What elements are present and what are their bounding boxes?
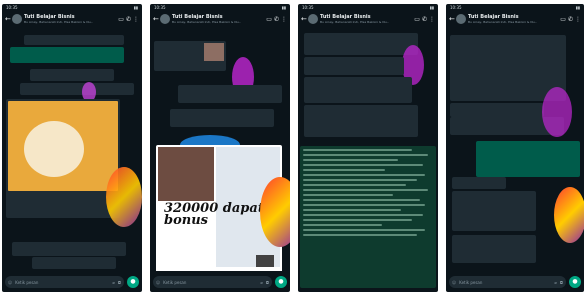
more-vert-icon[interactable]: ⋮ — [281, 16, 287, 23]
message-bubble[interactable] — [452, 191, 536, 231]
status-bar: 10:35 ▮▮ — [298, 4, 438, 11]
message-list[interactable] — [446, 27, 584, 271]
attach-icon[interactable]: ⌀ — [112, 280, 114, 285]
wallpaper-splash — [542, 87, 572, 137]
back-arrow-icon[interactable]: ← — [153, 15, 159, 23]
status-bar: 10:35 ▮▮ — [2, 4, 142, 11]
message-bubble[interactable] — [304, 77, 412, 103]
message-bubble[interactable] — [452, 177, 506, 189]
signal-icon: ▮▮ — [429, 5, 434, 10]
chat-header[interactable]: ← Tuti Belajar Bisnis Bu Ainay, Bahenarat… — [150, 11, 290, 27]
status-time: 10:35 — [450, 5, 462, 10]
mic-icon[interactable]: ● — [275, 276, 287, 288]
group-avatar[interactable] — [308, 14, 318, 24]
video-call-icon[interactable]: ▭ — [118, 16, 124, 23]
signal-icon: ▮▮ — [133, 5, 138, 10]
message-bubble[interactable] — [170, 109, 274, 127]
status-time: 10:35 — [154, 5, 166, 10]
message-bubble[interactable] — [178, 85, 282, 103]
signal-icon: ▮▮ — [575, 5, 580, 10]
message-bubble[interactable] — [30, 69, 114, 81]
message-bubble[interactable] — [450, 103, 544, 117]
emoji-icon[interactable]: ☺ — [452, 280, 456, 285]
message-composer[interactable]: ☺ Ketik pesan ⌀ ◘ — [153, 276, 272, 288]
message-bubble[interactable] — [12, 242, 126, 256]
message-bubble[interactable] — [304, 57, 404, 75]
mic-icon[interactable]: ● — [569, 276, 581, 288]
group-avatar[interactable] — [456, 14, 466, 24]
message-list[interactable] — [2, 27, 142, 271]
chat-screen-1: 10:35 ▮▮ ← Tuti Belajar Bisnis Bu Ainay, B… — [2, 4, 142, 292]
group-members: Bu Ainay, Bahenarati Indi, Elsa Bakoini … — [172, 20, 242, 24]
back-arrow-icon[interactable]: ← — [449, 15, 455, 23]
chat-screen-4: 10:35 ▮▮ ← Tuti Belajar Bisnis Bu Ainay, B… — [446, 4, 584, 292]
signal-icon: ▮▮ — [281, 5, 286, 10]
emoji-icon[interactable]: ☺ — [8, 280, 12, 285]
message-composer[interactable]: ☺ Ketik pesan ⌀ ◘ — [5, 276, 124, 288]
food-item — [24, 121, 84, 177]
group-members: Bu Ainay, Bahenarati Indi, Elsa Bakoini … — [468, 20, 538, 24]
more-vert-icon[interactable]: ⋮ — [133, 16, 139, 23]
attach-icon[interactable]: ⌀ — [260, 280, 262, 285]
status-bar: 10:35 ▮▮ — [446, 4, 584, 11]
camera-icon[interactable]: ◘ — [560, 280, 563, 285]
status-time: 10:35 — [6, 5, 18, 10]
more-vert-icon[interactable]: ⋮ — [575, 16, 581, 23]
product-thumbnail[interactable] — [204, 43, 224, 61]
composer-input[interactable]: Ketik pesan — [459, 280, 551, 285]
phone-call-icon[interactable]: ✆ — [126, 16, 131, 23]
back-arrow-icon[interactable]: ← — [301, 15, 307, 23]
status-bar: 10:35 ▮▮ — [150, 4, 290, 11]
composer-input[interactable]: Ketik pesan — [163, 280, 257, 285]
message-bubble[interactable] — [32, 257, 116, 269]
message-bubble[interactable] — [304, 33, 418, 55]
video-call-icon[interactable]: ▭ — [560, 16, 566, 23]
message-list[interactable] — [298, 27, 438, 142]
product-message[interactable] — [154, 41, 226, 71]
video-call-icon[interactable]: ▭ — [414, 16, 420, 23]
phone-call-icon[interactable]: ✆ — [568, 16, 573, 23]
message-bubble[interactable] — [24, 35, 124, 45]
phone-call-icon[interactable]: ✆ — [422, 16, 427, 23]
video-call-icon[interactable]: ▭ — [266, 16, 272, 23]
message-list[interactable]: 320000 dapat bonus — [150, 27, 290, 271]
chat-screen-2: 10:35 ▮▮ ← Tuti Belajar Bisnis Bu Ainay, B… — [150, 4, 290, 292]
composer-input[interactable]: Ketik pesan — [15, 280, 109, 285]
group-members: Bu Ainay, Bahenarati Indi, Elsa Bakoini … — [320, 20, 390, 24]
more-vert-icon[interactable]: ⋮ — [429, 16, 435, 23]
wallpaper-splash — [554, 187, 584, 243]
phone-call-icon[interactable]: ✆ — [274, 16, 279, 23]
message-bubble[interactable] — [304, 105, 418, 137]
back-arrow-icon[interactable]: ← — [5, 15, 11, 23]
food-photo[interactable] — [8, 101, 118, 191]
mic-icon[interactable]: ● — [127, 276, 139, 288]
message-bubble[interactable] — [452, 235, 536, 263]
chat-header[interactable]: ← Tuti Belajar Bisnis Bu Ainay, Bahenarat… — [446, 11, 584, 27]
camera-icon[interactable]: ◘ — [118, 280, 121, 285]
emoji-icon[interactable]: ☺ — [156, 280, 160, 285]
wallpaper-splash — [106, 167, 142, 227]
attach-icon[interactable]: ⌀ — [554, 280, 556, 285]
long-text-message[interactable] — [300, 146, 436, 288]
product-photo-small — [256, 255, 274, 267]
group-members: Bu Ainay, Bahenarati Indi, Elsa Bakoini … — [24, 20, 94, 24]
status-time: 10:35 — [302, 5, 314, 10]
camera-icon[interactable]: ◘ — [266, 280, 269, 285]
chat-screen-3: 10:35 ▮▮ ← Tuti Belajar Bisnis Bu Ainay, B… — [298, 4, 438, 292]
product-photo-grid — [158, 147, 214, 201]
message-bubble[interactable] — [476, 141, 580, 177]
chat-header[interactable]: ← Tuti Belajar Bisnis Bu Ainay, Bahenarat… — [2, 11, 142, 27]
image-message[interactable] — [6, 99, 120, 218]
message-composer[interactable]: ☺ Ketik pesan ⌀ ◘ — [449, 276, 566, 288]
group-avatar[interactable] — [160, 14, 170, 24]
message-bubble[interactable] — [10, 47, 124, 63]
chat-header[interactable]: ← Tuti Belajar Bisnis Bu Ainay, Bahenarat… — [298, 11, 438, 27]
group-avatar[interactable] — [12, 14, 22, 24]
message-bubble[interactable] — [20, 83, 134, 95]
